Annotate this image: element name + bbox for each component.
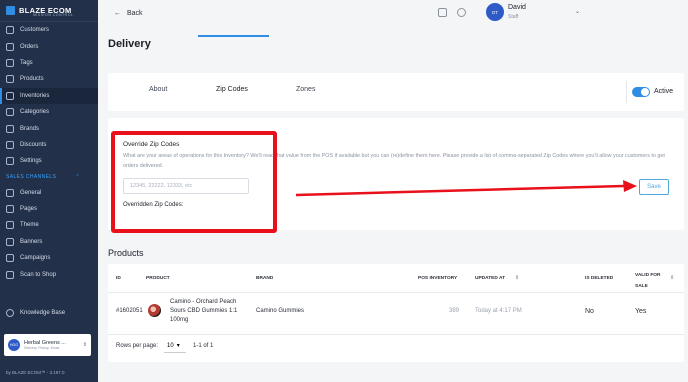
header-divider <box>108 292 684 293</box>
cell-id: #1602051 <box>116 308 143 314</box>
cell-is-deleted: No <box>585 308 594 315</box>
sort-icon[interactable]: ⇕ <box>670 276 674 281</box>
column-header-updated-at[interactable]: UPDATED AT <box>475 276 505 281</box>
column-header-pos-inventory: POS INVENTORY <box>418 276 458 281</box>
cell-product[interactable]: Camino - Orchard Peach Sours CBD Gummies… <box>170 298 244 325</box>
column-header-is-deleted: IS DELETED <box>585 276 614 281</box>
products-title: Products <box>108 248 144 258</box>
rows-per-page-select[interactable]: 10 ▾ <box>164 339 186 353</box>
row-divider <box>108 334 684 335</box>
pagination-range: 1-1 of 1 <box>193 343 214 349</box>
cell-pos-inventory: 389 <box>449 308 460 314</box>
column-header-brand: BRAND <box>256 276 274 281</box>
sort-icon[interactable]: ⇕ <box>515 276 519 281</box>
cell-valid-for-sale: Yes <box>635 308 647 315</box>
rows-per-page-label: Rows per page: <box>116 343 159 349</box>
cell-brand: Camino Gummies <box>256 308 305 314</box>
cell-updated-at: Today at 4:17 PM <box>475 308 522 314</box>
column-header-id: ID <box>116 276 121 281</box>
product-thumbnail <box>148 304 161 317</box>
rows-per-page-value: 10 <box>167 342 174 349</box>
chevron-down-icon: ▾ <box>176 343 180 349</box>
column-header-valid-for-sale[interactable]: VALID FOR SALE <box>635 270 665 292</box>
column-header-product: PRODUCT <box>146 276 170 281</box>
products-table: ID PRODUCT BRAND POS INVENTORY UPDATED A… <box>108 264 684 362</box>
